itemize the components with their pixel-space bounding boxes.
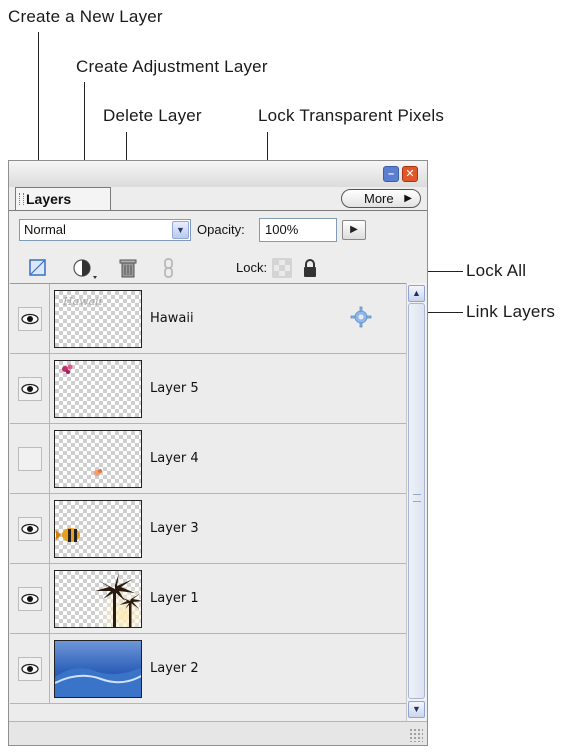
eye-icon[interactable]: [18, 587, 42, 611]
opacity-input[interactable]: 100%: [259, 218, 337, 242]
more-button[interactable]: More ▶: [341, 189, 421, 208]
layer-thumbnail-layer-5: [54, 360, 142, 418]
callout-lock-transparent-pixels: Lock Transparent Pixels: [258, 106, 445, 125]
layer-name[interactable]: Layer 1: [150, 591, 199, 606]
new-layer-icon[interactable]: [27, 257, 49, 279]
visibility-cell[interactable]: [10, 494, 50, 563]
layer-row-hawaii[interactable]: Hawaii Hawaii: [10, 284, 406, 354]
tab-divider: [9, 210, 427, 211]
adjustment-layer-icon[interactable]: [71, 257, 101, 279]
layer-name[interactable]: Layer 4: [150, 451, 199, 466]
layers-scrollbar[interactable]: ▲ ▼: [406, 283, 426, 721]
more-button-label: More: [364, 191, 394, 206]
layer-row-layer-2[interactable]: Layer 2: [10, 634, 406, 704]
visibility-cell[interactable]: [10, 284, 50, 353]
grip-icon: [413, 494, 421, 502]
panel-statusbar: [9, 721, 427, 745]
resize-grip-icon[interactable]: [409, 728, 423, 742]
visibility-cell[interactable]: [10, 634, 50, 703]
lock-transparent-icon[interactable]: [271, 257, 293, 279]
callout-delete-layer: Delete Layer: [103, 106, 202, 125]
tab-layers[interactable]: Layers: [15, 187, 111, 211]
opacity-label: Opacity:: [197, 222, 245, 237]
callout-create-new-layer: Create a New Layer: [8, 7, 163, 26]
panel-titlebar[interactable]: – ✕: [9, 161, 427, 187]
layers-panel: – ✕ Layers More ▶ Normal ▼ Opacity: 100%…: [8, 160, 428, 746]
visibility-cell[interactable]: [10, 564, 50, 633]
tab-row: Layers More ▶: [9, 187, 427, 211]
chevron-down-icon[interactable]: ▼: [172, 221, 189, 239]
layer-name[interactable]: Hawaii: [150, 311, 194, 326]
callout-link-layers: Link Layers: [466, 302, 556, 321]
blend-mode-value: Normal: [24, 222, 66, 237]
blend-mode-select[interactable]: Normal ▼: [19, 219, 191, 241]
layer-thumbnail-layer-1: [54, 570, 142, 628]
layer-name[interactable]: Layer 5: [150, 381, 199, 396]
opacity-slider-arrow-icon[interactable]: ▶: [342, 220, 366, 240]
layer-row-layer-3[interactable]: Layer 3: [10, 494, 406, 564]
trash-icon[interactable]: [117, 257, 139, 279]
close-icon[interactable]: ✕: [402, 166, 418, 182]
layer-name[interactable]: Layer 2: [150, 661, 199, 676]
eye-icon[interactable]: [18, 517, 42, 541]
scroll-down-icon[interactable]: ▼: [408, 701, 425, 718]
layer-thumbnail-layer-3: [54, 500, 142, 558]
visibility-cell[interactable]: [10, 424, 50, 493]
callout-lock-all: Lock All: [466, 261, 527, 280]
lock-label: Lock:: [236, 260, 268, 275]
eye-icon[interactable]: [18, 377, 42, 401]
layer-thumbnail-hawaii: Hawaii: [54, 290, 142, 348]
scrollbar-thumb[interactable]: [408, 303, 425, 699]
visibility-empty-box[interactable]: [18, 447, 42, 471]
eye-icon[interactable]: [18, 657, 42, 681]
layer-thumbnail-layer-2: [54, 640, 142, 698]
visibility-cell[interactable]: [10, 354, 50, 423]
layer-row-layer-1[interactable]: Layer 1: [10, 564, 406, 634]
layer-row-layer-4[interactable]: Layer 4: [10, 424, 406, 494]
scroll-up-icon[interactable]: ▲: [408, 285, 425, 302]
layer-style-gear-icon[interactable]: [350, 306, 372, 328]
tab-layers-label: Layers: [26, 191, 72, 207]
layer-row-layer-5[interactable]: Layer 5: [10, 354, 406, 424]
lock-icon[interactable]: [299, 257, 321, 279]
layer-name[interactable]: Layer 3: [150, 521, 199, 536]
layer-thumbnail-layer-4: [54, 430, 142, 488]
link-icon[interactable]: [161, 257, 177, 279]
minimize-icon[interactable]: –: [383, 166, 399, 182]
callout-create-adjustment-layer: Create Adjustment Layer: [76, 57, 268, 76]
layers-list: Hawaii Hawaii Layer 5 Layer 4 Layer 3 La…: [10, 283, 406, 722]
svg-text:Hawaii: Hawaii: [62, 295, 102, 308]
triangle-right-icon: ▶: [404, 193, 412, 204]
eye-icon[interactable]: [18, 307, 42, 331]
grip-icon: [19, 193, 24, 205]
